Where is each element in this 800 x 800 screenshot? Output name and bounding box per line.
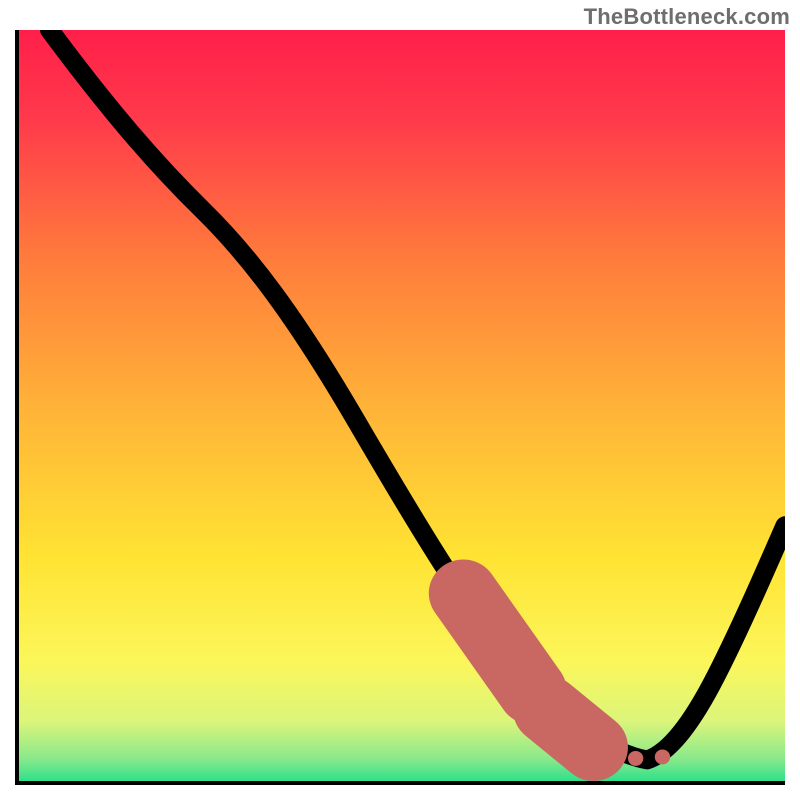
watermark-text: TheBottleneck.com <box>584 4 790 30</box>
highlight-segment-2 <box>548 710 594 748</box>
highlight-dot <box>655 749 670 764</box>
plot-area <box>15 30 785 785</box>
chart-svg <box>19 30 785 781</box>
highlight-dot <box>609 749 624 764</box>
highlight-dot <box>628 751 643 766</box>
chart-container: TheBottleneck.com <box>0 0 800 800</box>
